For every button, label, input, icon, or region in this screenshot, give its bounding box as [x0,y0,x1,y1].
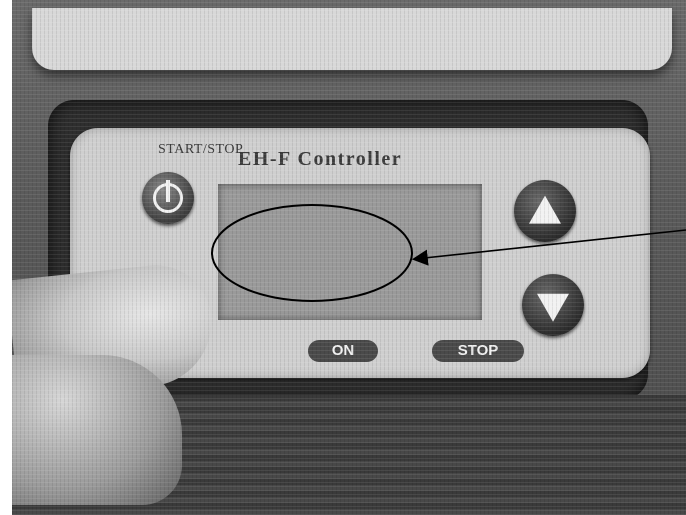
photo-scene: START/STOP EH-F Controller ON STOP [0,0,686,515]
controller-photo: START/STOP EH-F Controller ON STOP [12,0,686,515]
on-indicator-label: ON [331,342,355,359]
upper-housing [32,8,672,70]
brand-title: EH-F Controller [238,148,403,170]
down-button[interactable] [522,274,584,336]
lcd-display [218,184,482,320]
start-stop-label: START/STOP [158,142,244,157]
up-button[interactable] [514,180,576,242]
stop-indicator: STOP [432,340,524,362]
hand [12,355,182,505]
stop-indicator-label: STOP [457,342,499,359]
start-stop-button[interactable] [142,172,194,224]
down-arrow-icon [537,293,569,322]
up-arrow-icon [529,195,561,224]
on-indicator: ON [308,340,378,362]
power-icon-bar [166,180,170,202]
